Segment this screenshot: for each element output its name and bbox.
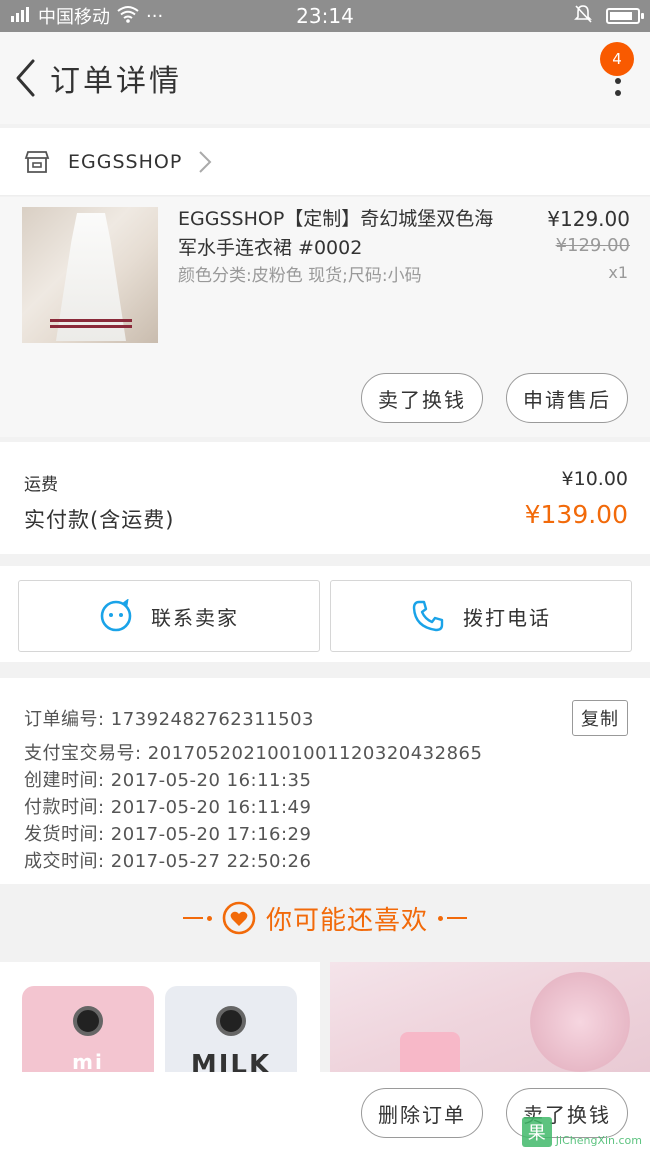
- navigation-bar: 订单详情 4: [0, 32, 650, 124]
- shipping-label: 运费: [24, 475, 58, 495]
- phone-case-brand: mi: [72, 1050, 104, 1074]
- product-thumbnail[interactable]: [22, 207, 158, 343]
- delete-order-button[interactable]: 删除订单: [361, 1088, 483, 1138]
- item-original-price: ¥129.00: [555, 235, 630, 256]
- phone-case-milk: MILK: [165, 986, 297, 1082]
- recommended-products: mi MILK: [0, 962, 650, 1082]
- status-time: 23:14: [296, 4, 354, 28]
- alipay-transaction-number: 支付宝交易号: 2017052021001001120320432865: [24, 743, 483, 764]
- created-time: 创建时间: 2017-05-20 16:11:35: [24, 770, 312, 791]
- shipping-value: ¥10.00: [561, 468, 628, 490]
- recommend-header: 你可能还喜欢: [0, 886, 650, 950]
- order-item[interactable]: EGGSSHOP【定制】奇幻城堡双色海军水手连衣裙 #0002 颜色分类:皮粉色…: [0, 197, 650, 437]
- battery-fill: [610, 12, 633, 20]
- resell-button[interactable]: 卖了换钱: [361, 373, 483, 423]
- total-value: ¥139.00: [524, 500, 628, 529]
- item-sku: 颜色分类:皮粉色 现货;尺码:小码: [178, 266, 422, 286]
- phone-icon: [412, 600, 444, 632]
- call-phone-label: 拨打电话: [463, 605, 551, 630]
- contact-seller-button[interactable]: 联系卖家: [18, 580, 320, 652]
- recommend-title: 你可能还喜欢: [265, 905, 428, 936]
- product-card[interactable]: mi MILK: [0, 962, 320, 1082]
- watermark-site: JiChengXin.com: [555, 1134, 642, 1147]
- shop-name: EGGSSHOP: [68, 150, 183, 173]
- chevron-right-icon: [199, 150, 212, 173]
- bottom-action-bar: 删除订单 卖了换钱 果 JiChengXin.com: [0, 1072, 650, 1155]
- phone-case-pink: mi: [22, 986, 154, 1082]
- call-phone-button[interactable]: 拨打电话: [330, 580, 632, 652]
- back-button[interactable]: [2, 48, 48, 108]
- more-dot: [615, 90, 621, 96]
- more-dot: [615, 78, 621, 84]
- divider-dot: [438, 915, 443, 921]
- divider-line: [447, 917, 467, 919]
- message-count-badge: 4: [600, 42, 634, 76]
- contact-seller-label: 联系卖家: [151, 605, 239, 630]
- total-label: 实付款(含运费): [24, 508, 175, 532]
- fee-summary: 运费 ¥10.00 实付款(含运费) ¥139.00: [0, 442, 650, 554]
- item-title: EGGSSHOP【定制】奇幻城堡双色海军水手连衣裙 #0002: [178, 208, 494, 259]
- copy-button[interactable]: 复制: [572, 700, 628, 736]
- chevron-left-icon: [16, 59, 35, 97]
- battery-icon: [606, 8, 644, 24]
- completed-time: 成交时间: 2017-05-27 22:50:26: [24, 851, 312, 872]
- shipped-time: 发货时间: 2017-05-20 17:16:29: [24, 824, 312, 845]
- dress-stripe: [50, 319, 132, 322]
- page-title: 订单详情: [50, 64, 182, 99]
- item-quantity: x1: [608, 263, 628, 282]
- status-bar: 中国移动 ··· 23:14: [0, 0, 650, 32]
- watermark-logo: 果: [521, 1117, 552, 1147]
- item-price: ¥129.00: [547, 207, 630, 231]
- shop-row[interactable]: EGGSSHOP: [0, 128, 650, 196]
- after-sales-button[interactable]: 申请售后: [506, 373, 628, 423]
- divider-dot: [206, 915, 212, 921]
- camera-lens: [73, 1006, 103, 1036]
- left-divider: [182, 915, 212, 921]
- contact-actions: 联系卖家 拨打电话: [0, 566, 650, 662]
- dress-stripe: [50, 325, 132, 328]
- divider-line: [182, 917, 203, 919]
- order-info: 订单编号: 17392482762311503 支付宝交易号: 20170520…: [0, 678, 650, 884]
- carousel-decoration: [530, 972, 630, 1072]
- product-card[interactable]: [330, 962, 650, 1082]
- watermark: 果 JiChengXin.com: [521, 1117, 642, 1147]
- heart-icon: [222, 901, 256, 935]
- right-divider: [438, 915, 467, 921]
- store-icon: [24, 150, 50, 173]
- order-number: 订单编号: 17392482762311503: [24, 709, 314, 730]
- paid-time: 付款时间: 2017-05-20 16:11:49: [24, 797, 312, 818]
- camera-lens: [216, 1006, 246, 1036]
- chat-icon: [100, 599, 132, 632]
